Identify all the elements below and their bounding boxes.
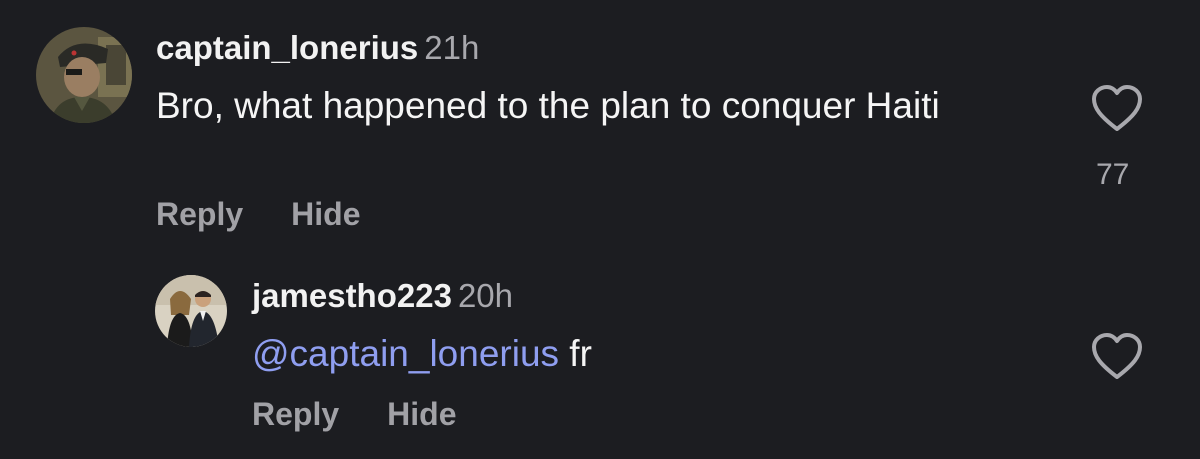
hide-button[interactable]: Hide [291, 196, 360, 232]
avatar[interactable] [155, 275, 227, 347]
like-count: 77 [1096, 158, 1130, 191]
timestamp: 20h [457, 277, 513, 314]
timestamp: 21h [424, 29, 480, 66]
heart-outline-icon[interactable] [1090, 84, 1144, 134]
heart-outline-icon[interactable] [1090, 332, 1144, 382]
avatar-couple-image [155, 275, 227, 347]
comment-text: Bro, what happened to the plan to conque… [156, 85, 940, 126]
comment-actions: Reply Hide [252, 396, 456, 433]
comment-body: fr [559, 333, 592, 374]
comment-header: jamestho223 20h [252, 276, 513, 316]
avatar[interactable] [36, 27, 132, 123]
mention-link[interactable]: @captain_lonerius [252, 333, 559, 374]
reply-button[interactable]: Reply [156, 196, 243, 232]
reply-button[interactable]: Reply [252, 396, 339, 432]
comment-text: @captain_lonerius fr [252, 330, 1072, 378]
username[interactable]: jamestho223 [252, 277, 452, 314]
comment-header: captain_lonerius 21h [156, 28, 479, 68]
comment-actions: Reply Hide [156, 196, 360, 233]
username[interactable]: captain_lonerius [156, 29, 418, 66]
hide-button[interactable]: Hide [387, 396, 456, 432]
avatar-soldier-image [36, 27, 132, 123]
